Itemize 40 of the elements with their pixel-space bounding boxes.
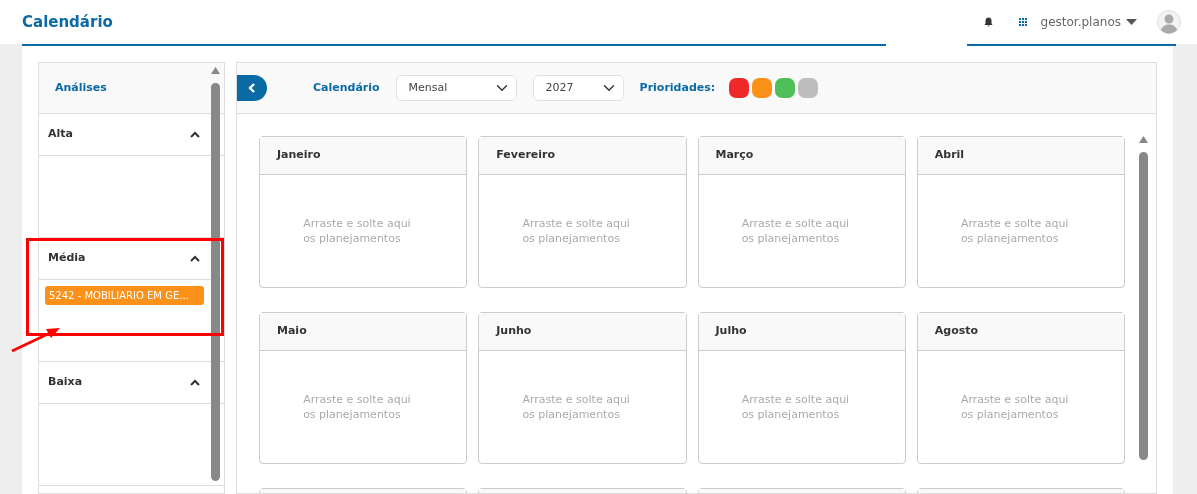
drop-hint: Arraste e solte aqui os planejamentos	[303, 392, 412, 422]
bell-icon[interactable]	[983, 17, 993, 27]
annotation-arrow	[10, 327, 62, 353]
panel-title: Análises	[55, 79, 107, 96]
user-menu[interactable]: gestor.planos	[1040, 13, 1137, 31]
caret-icon[interactable]	[1126, 19, 1137, 25]
view-select[interactable]: Mensal	[395, 75, 517, 101]
collapse-button[interactable]	[237, 75, 267, 101]
scroll-up-icon[interactable]	[1139, 136, 1148, 143]
drop-hint: Arraste e solte aqui os planejamentos	[522, 392, 631, 422]
drop-hint: Arraste e solte aqui os planejamentos	[522, 216, 631, 246]
month-title: Junho	[496, 323, 532, 340]
scrollbar-thumb[interactable]	[1139, 152, 1148, 460]
calendar-label: Calendário	[313, 79, 380, 96]
chevron-left-icon	[248, 83, 256, 93]
year-select[interactable]: 2027	[532, 75, 624, 101]
chevron-up-icon[interactable]	[190, 255, 200, 262]
month-title: Julho	[715, 323, 747, 340]
scrollbar-thumb[interactable]	[211, 83, 220, 481]
month-title: Fevereiro	[496, 147, 556, 164]
scroll-up-icon[interactable]	[211, 67, 220, 74]
chevron-up-icon[interactable]	[190, 131, 200, 138]
drop-hint: Arraste e solte aqui os planejamentos	[741, 216, 851, 246]
grid-icon[interactable]	[1018, 18, 1027, 26]
month-title: Agosto	[934, 323, 979, 340]
avatar-icon[interactable]	[1157, 10, 1181, 34]
month-title: Abril	[934, 147, 965, 164]
month-title: Março	[715, 147, 754, 164]
drop-hint: Arraste e solte aqui os planejamentos	[741, 392, 851, 422]
page-title: Calendário	[22, 11, 113, 33]
group-title: Baixa	[48, 374, 83, 391]
group-title: Alta	[48, 126, 73, 143]
priorities-label: Prioridades:	[639, 79, 716, 96]
month-title: Janeiro	[277, 147, 321, 164]
drop-hint: Arraste e solte aqui os planejamentos	[960, 392, 1070, 422]
month-title: Maio	[277, 323, 307, 340]
chevron-up-icon[interactable]	[190, 379, 200, 386]
drop-hint: Arraste e solte aqui os planejamentos	[303, 216, 412, 246]
drop-hint: Arraste e solte aqui os planejamentos	[960, 216, 1070, 246]
group-title: Média	[48, 250, 86, 267]
